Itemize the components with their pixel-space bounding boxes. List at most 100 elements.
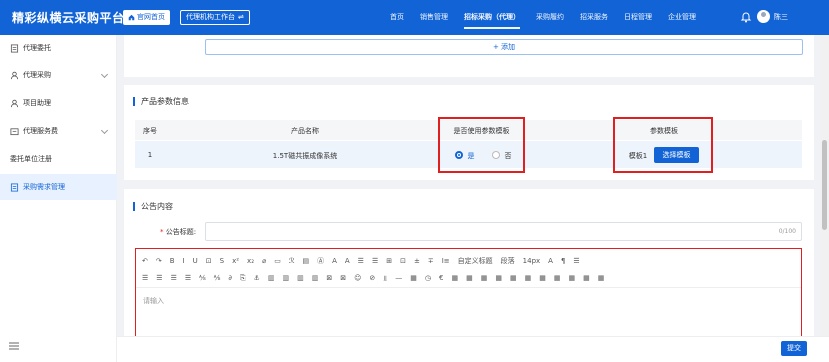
toolbar-button[interactable]: I bbox=[183, 254, 185, 268]
collapse-menu-icon[interactable] bbox=[9, 342, 19, 350]
toolbar-button[interactable]: ☰ bbox=[142, 271, 148, 285]
footer-bar bbox=[117, 336, 829, 362]
toolbar-button[interactable]: ☰ bbox=[372, 254, 378, 268]
params-section-title: 产品参数信息 bbox=[133, 97, 189, 106]
toolbar-button[interactable]: ▦ bbox=[510, 271, 517, 285]
toolbar-button[interactable]: A bbox=[345, 254, 350, 268]
toolbar-button[interactable]: ▦ bbox=[481, 271, 488, 285]
toolbar-button[interactable]: ☰ bbox=[185, 271, 191, 285]
toolbar-button[interactable]: ▥ bbox=[312, 271, 319, 285]
username[interactable]: 陈三 bbox=[774, 12, 788, 22]
sidebar-item-label: 采购需求管理 bbox=[23, 183, 65, 191]
toolbar-button[interactable]: ⎘ bbox=[240, 271, 246, 285]
scrollbar-thumb[interactable] bbox=[822, 140, 827, 230]
toolbar-button[interactable]: A bbox=[548, 254, 553, 268]
toolbar-button[interactable]: A bbox=[332, 254, 337, 268]
toolbar-button[interactable]: ☰ bbox=[156, 271, 162, 285]
add-button[interactable]: + 添加 bbox=[205, 39, 803, 55]
toolbar-button[interactable]: ⚓ bbox=[254, 271, 260, 285]
toolbar-button[interactable]: ⅍ bbox=[199, 271, 206, 285]
toolbar-button[interactable]: € bbox=[439, 271, 443, 285]
nav-home[interactable]: 首页 bbox=[390, 0, 404, 35]
toolbar-button[interactable]: ▥ bbox=[297, 271, 304, 285]
toolbar-button[interactable]: 14px bbox=[523, 254, 541, 268]
sidebar-item-client-register[interactable]: 委托单位注册 bbox=[0, 146, 117, 172]
required-mark: * bbox=[160, 228, 164, 236]
toolbar-button[interactable]: x₂ bbox=[247, 254, 254, 268]
toolbar-button[interactable]: ▦ bbox=[598, 271, 605, 285]
toolbar-button[interactable]: ☰ bbox=[358, 254, 364, 268]
sidebar-item-agency-purchase[interactable]: 代理采购 bbox=[0, 62, 117, 88]
toolbar-button[interactable]: ▦ bbox=[495, 271, 502, 285]
col-header-product: 产品名称 bbox=[291, 127, 319, 135]
toolbar-button[interactable]: I≡ bbox=[442, 254, 450, 268]
main-nav: 首页 销售管理 招标采购（代理） 采购履约 招采服务 日程管理 企业管理 bbox=[390, 0, 712, 35]
toolbar-button[interactable]: ℛ bbox=[289, 254, 295, 268]
toolbar-button[interactable]: ⅍ bbox=[214, 271, 221, 285]
toolbar-button[interactable]: Ⓐ bbox=[317, 254, 324, 268]
toolbar-button[interactable]: ▦ bbox=[554, 271, 561, 285]
toolbar-button[interactable]: ☰ bbox=[171, 271, 177, 285]
sidebar-item-label: 代理委托 bbox=[23, 44, 51, 52]
toolbar-button[interactable]: ⌀ bbox=[262, 254, 266, 268]
submit-button[interactable]: 提交 bbox=[781, 341, 807, 356]
toolbar-button[interactable]: ⊘ bbox=[369, 271, 375, 285]
toolbar-button[interactable]: ↷ bbox=[156, 254, 162, 268]
toolbar-button[interactable]: ▦ bbox=[410, 271, 417, 285]
nav-sales[interactable]: 销售管理 bbox=[420, 0, 448, 35]
nav-schedule[interactable]: 日程管理 bbox=[624, 0, 652, 35]
toolbar-button[interactable]: ▦ bbox=[583, 271, 590, 285]
toolbar-button[interactable]: ± bbox=[414, 254, 420, 268]
toolbar-button[interactable]: ⊠ bbox=[340, 271, 346, 285]
toolbar-button[interactable]: ∂ bbox=[228, 271, 232, 285]
toolbar-button[interactable]: ☺ bbox=[354, 271, 361, 285]
toolbar-button[interactable]: ▦ bbox=[568, 271, 575, 285]
sidebar-item-demand-management[interactable]: 采购需求管理 bbox=[0, 174, 117, 200]
toolbar-button[interactable]: ⫫ bbox=[383, 271, 387, 285]
sidebar-item-service-fee[interactable]: 代理服务费 bbox=[0, 118, 117, 144]
editor-placeholder[interactable]: 请输入 bbox=[143, 296, 164, 306]
toolbar-button[interactable]: U bbox=[193, 254, 198, 268]
home-link[interactable]: 官网首页 bbox=[123, 10, 170, 25]
bell-icon[interactable] bbox=[740, 11, 752, 23]
toolbar-button[interactable]: 段落 bbox=[501, 254, 515, 268]
toolbar-button[interactable]: B bbox=[170, 254, 175, 268]
toolbar-button[interactable]: ▦ bbox=[539, 271, 546, 285]
toolbar-button[interactable]: ↶ bbox=[142, 254, 148, 268]
toolbar-button[interactable]: ⊡ bbox=[400, 254, 406, 268]
toolbar-button[interactable]: x² bbox=[232, 254, 239, 268]
toolbar-button[interactable]: ▥ bbox=[282, 271, 289, 285]
sidebar-item-agency-entrust[interactable]: 代理委托 bbox=[0, 35, 117, 61]
rich-text-editor: ↶ ↷ B I U ⊡ Sx² x₂ ⌀ ▭ ℛ ▤ Ⓐ A A ☰ ☰ ⊞ ⊡ ± ∓ I≡ 自定义标题 段落 14px A ¶ ☰… bbox=[135, 248, 802, 338]
toolbar-button[interactable]: ⊞ bbox=[386, 254, 392, 268]
toolbar-button[interactable]: ▦ bbox=[525, 271, 532, 285]
nav-procurement-service[interactable]: 招采服务 bbox=[580, 0, 608, 35]
toolbar-button[interactable]: ▥ bbox=[268, 271, 275, 285]
nav-tender-agent[interactable]: 招标采购（代理） bbox=[464, 0, 520, 35]
toolbar-button[interactable]: ¶ bbox=[561, 254, 565, 268]
toolbar-button[interactable]: — bbox=[395, 271, 402, 285]
workspace-switch[interactable]: 代理机构工作台 ⇌ bbox=[180, 10, 250, 25]
avatar[interactable] bbox=[757, 10, 770, 23]
toolbar-row-1: ↶ ↷ B I U ⊡ Sx² x₂ ⌀ ▭ ℛ ▤ Ⓐ A A ☰ ☰ ⊞ ⊡ ± ∓ I≡ 自定义标题 段落 14px A ¶ ☰ bbox=[142, 254, 588, 268]
announcement-title-input[interactable]: 0/100 bbox=[205, 222, 802, 241]
toolbar-button[interactable]: ⊠ bbox=[326, 271, 332, 285]
toolbar-button[interactable]: ⊡ bbox=[206, 254, 212, 268]
title-label-text: 公告标题: bbox=[165, 228, 197, 236]
nav-enterprise[interactable]: 企业管理 bbox=[668, 0, 696, 35]
toolbar-button[interactable]: 自定义标题 bbox=[458, 254, 493, 268]
toolbar-button[interactable]: ▭ bbox=[274, 254, 281, 268]
sidebar-item-project-assistant[interactable]: 项目助理 bbox=[0, 90, 117, 116]
brand-title: 精彩纵横云采购平台 bbox=[12, 11, 125, 25]
toolbar-button[interactable]: ▦ bbox=[451, 271, 458, 285]
toolbar-button[interactable]: ☰ bbox=[573, 254, 579, 268]
sidebar: 代理委托 代理采购 项目助理 代理服务费 委托单位注册 采购需求管理 bbox=[0, 35, 117, 362]
nav-fulfillment[interactable]: 采购履约 bbox=[536, 0, 564, 35]
toolbar-button[interactable]: ▤ bbox=[302, 254, 309, 268]
home-icon bbox=[128, 14, 135, 21]
toolbar-button[interactable]: S bbox=[220, 254, 224, 268]
toolbar-button[interactable]: ◷ bbox=[425, 271, 431, 285]
row-index: 1 bbox=[147, 151, 153, 159]
toolbar-button[interactable]: ▦ bbox=[466, 271, 473, 285]
toolbar-button[interactable]: ∓ bbox=[428, 254, 434, 268]
